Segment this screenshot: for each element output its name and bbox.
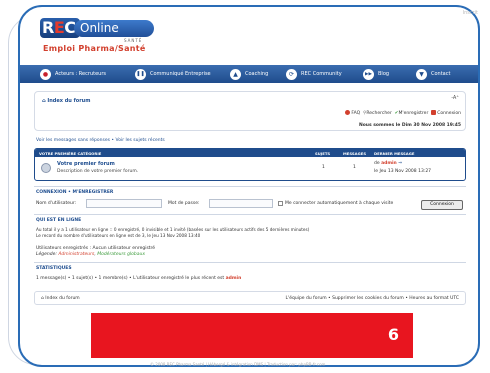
current-date: Nous sommes le Dim 30 Nov 2008 19:45 xyxy=(358,123,461,128)
legend: Légende: Administrateurs, Modérateurs gl… xyxy=(36,252,146,257)
search-link[interactable]: Rechercher xyxy=(366,111,391,116)
nav-label: Blog xyxy=(378,71,390,77)
login-heading[interactable]: CONNEXION • M'ENREGISTRER xyxy=(36,190,113,195)
pause-icon: ❚❚ xyxy=(135,68,146,80)
col-topics: SUJETS xyxy=(315,150,331,156)
register-link[interactable]: M'enregistrer xyxy=(398,111,428,116)
online-line-1: Au total il y a 1 utilisateur en ligne :… xyxy=(36,227,310,232)
nav-label: REC Community xyxy=(301,71,342,77)
autologin-checkbox[interactable] xyxy=(278,201,283,206)
logo-online: Online xyxy=(74,20,154,37)
table-row: Votre premier forum Description de votre… xyxy=(35,157,465,180)
breadcrumb[interactable]: ⌂ Index du forum xyxy=(42,98,90,104)
nav-item-communique[interactable]: ❚❚ Communiqué Entreprise xyxy=(135,65,211,83)
corner-text: Inscrit xyxy=(462,10,478,16)
login-icon xyxy=(431,110,437,115)
refresh-icon: ⟳ xyxy=(286,68,297,80)
nav-label: Contact xyxy=(431,71,451,77)
online-heading[interactable]: QUI EST EN LIGNE xyxy=(36,218,81,223)
forum-table-header: VOTRE PREMIÈRE CATÉGORIE SUJETS MESSAGES… xyxy=(35,149,465,157)
forum-footer-nav: ⌂ Index du forum L'équipe du forum • Sup… xyxy=(34,291,466,305)
divider xyxy=(34,214,466,215)
page: Inscrit REC Online SANTÉ Emploi Pharma/S… xyxy=(0,0,490,373)
badge-number: 6 xyxy=(387,325,399,344)
forum-header-box: ⌂ Index du forum -A⁺ FAQ ⚲Rechercher ✔M'… xyxy=(34,91,466,131)
username-label: Nom d'utilisateur: xyxy=(36,201,77,206)
view-latest-icon[interactable]: ⇒ xyxy=(398,161,402,166)
down-icon: ▼ xyxy=(416,68,427,80)
col-last: DERNIER MESSAGE xyxy=(374,150,415,156)
forum-table: VOTRE PREMIÈRE CATÉGORIE SUJETS MESSAGES… xyxy=(34,148,466,181)
col-category[interactable]: VOTRE PREMIÈRE CATÉGORIE xyxy=(39,151,101,156)
nav-item-contact[interactable]: ▼ Contact xyxy=(416,65,450,83)
nav-label: Communiqué Entreprise xyxy=(150,71,211,77)
autologin-label: Me connecter automatiquement à chaque vi… xyxy=(285,201,394,206)
divider xyxy=(34,186,466,187)
main-nav: ● Acteurs : Recruteurs ❚❚ Communiqué Ent… xyxy=(20,65,478,83)
faq-icon xyxy=(345,110,351,115)
eject-icon: ▲ xyxy=(230,68,241,80)
last-post-date: le Jeu 13 Nov 2008 13:27 xyxy=(374,169,432,174)
top-links: FAQ ⚲Rechercher ✔M'enregistrer Connexion xyxy=(345,110,461,116)
home-icon: ⌂ xyxy=(42,98,46,104)
fast-forward-icon: ▶▶ xyxy=(363,68,374,80)
nav-item-acteurs[interactable]: ● Acteurs : Recruteurs xyxy=(40,65,106,83)
nav-item-community[interactable]: ⟳ REC Community xyxy=(286,65,342,83)
nav-item-coaching[interactable]: ▲ Coaching xyxy=(230,65,268,83)
logo-sante: SANTÉ xyxy=(124,38,143,43)
footer-links[interactable]: L'équipe du forum • Supprimer les cookie… xyxy=(285,296,459,301)
view-links[interactable]: Voir les messages sans réponses • Voir l… xyxy=(36,138,165,143)
last-post-author-link[interactable]: admin xyxy=(381,161,397,166)
site-logo[interactable]: REC Online SANTÉ Emploi Pharma/Santé xyxy=(40,18,170,58)
last-post-author: de admin ⇒ xyxy=(374,161,402,166)
registered-users: Utilisateurs enregistrés : Aucun utilisa… xyxy=(36,246,156,251)
connexion-button[interactable]: Connexion xyxy=(421,200,463,210)
footer-breadcrumb[interactable]: ⌂ Index du forum xyxy=(41,296,80,301)
legend-mods: Modérateurs globaux xyxy=(97,252,146,257)
forum-title[interactable]: Votre premier forum xyxy=(57,161,115,167)
home-icon: ⌂ xyxy=(41,296,44,301)
posts-count: 1 xyxy=(353,165,356,170)
logo-tagline: Emploi Pharma/Santé xyxy=(43,44,146,53)
online-line-2: Le record du nombre d'utilisateurs en li… xyxy=(36,233,201,238)
newest-user-link[interactable]: admin xyxy=(226,276,242,281)
forum-description: Description de votre premier forum. xyxy=(57,169,139,174)
site-footer: © 2008 REC Pharma Santé | Hébergé & inté… xyxy=(150,362,326,367)
record-icon: ● xyxy=(40,68,51,80)
nav-item-blog[interactable]: ▶▶ Blog xyxy=(363,65,389,83)
username-input[interactable] xyxy=(86,199,162,208)
col-posts: MESSAGES xyxy=(343,150,367,156)
password-input[interactable] xyxy=(209,199,273,208)
nav-label: Acteurs : Recruteurs xyxy=(55,71,106,77)
nav-label: Coaching xyxy=(245,71,269,77)
forum-read-icon xyxy=(41,163,51,173)
stats-line: 1 message(s) • 1 sujet(s) • 1 membre(s) … xyxy=(36,276,242,281)
legend-admins: Administrateurs xyxy=(58,252,95,257)
stats-heading: STATISTIQUES xyxy=(36,266,72,271)
red-banner: 6 xyxy=(91,313,413,358)
topics-count: 1 xyxy=(322,165,325,170)
login-link[interactable]: Connexion xyxy=(437,111,461,116)
divider xyxy=(34,262,466,263)
password-label: Mot de passe: xyxy=(168,201,200,206)
font-size-controls[interactable]: -A⁺ xyxy=(451,95,459,101)
faq-link[interactable]: FAQ xyxy=(351,111,360,116)
